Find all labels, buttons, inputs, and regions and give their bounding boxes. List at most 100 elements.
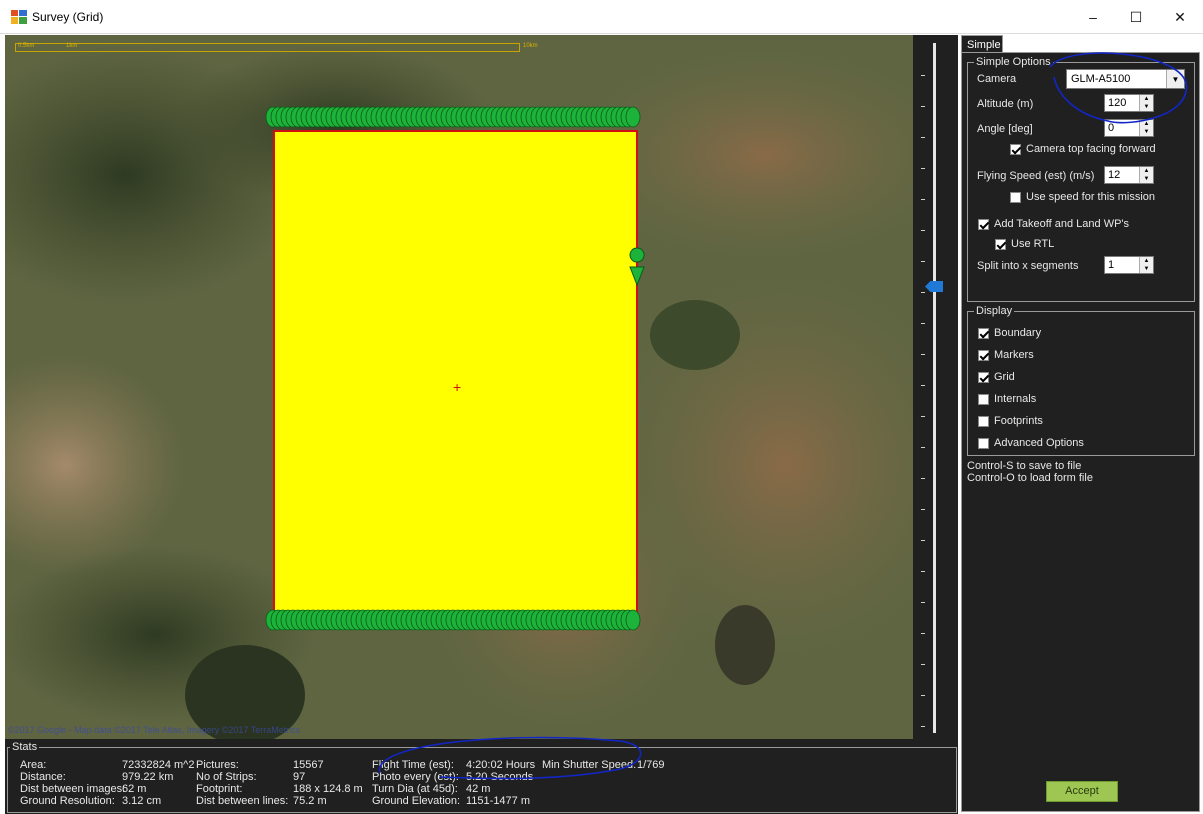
display-group: Display Boundary Markers Grid Internals … [967, 305, 1195, 456]
scale-label-2: 1km [66, 43, 78, 49]
survey-polygon[interactable] [273, 130, 638, 618]
footprints-checkbox[interactable]: Footprints [978, 415, 1043, 427]
photo-every-label: Photo every (est): [372, 771, 459, 783]
camera-select[interactable]: GLM-A5100 ▼ [1066, 69, 1185, 89]
spin-up-icon[interactable]: ▲ [1140, 257, 1153, 265]
speed-value: 12 [1108, 169, 1121, 181]
checkbox-checked-icon[interactable] [978, 218, 989, 230]
zoom-slider-panel [913, 35, 958, 739]
zoom-tick [921, 571, 925, 572]
app-icon [11, 10, 27, 24]
altitude-spinner[interactable]: 120 ▲ ▼ [1104, 94, 1154, 112]
dist-images-label: Dist between images: [20, 783, 126, 795]
use-speed-checkbox[interactable]: Use speed for this mission [1010, 191, 1155, 203]
accept-button[interactable]: Accept [1046, 781, 1118, 802]
angle-label: Angle [deg] [977, 123, 1033, 135]
dist-lines-label: Dist between lines: [196, 795, 289, 807]
camera-select-value: GLM-A5100 [1071, 73, 1131, 85]
boundary-checkbox[interactable]: Boundary [978, 327, 1041, 339]
zoom-tick [921, 137, 925, 138]
camera-label: Camera [977, 73, 1017, 85]
angle-spinner[interactable]: 0 ▲ ▼ [1104, 119, 1154, 137]
spin-up-icon[interactable]: ▲ [1140, 167, 1153, 175]
stats-legend: Stats [12, 741, 38, 753]
speed-spinner[interactable]: 12 ▲ ▼ [1104, 166, 1154, 184]
zoom-tick [921, 726, 925, 727]
ground-elev-label: Ground Elevation: [372, 795, 461, 807]
zoom-tick [921, 199, 925, 200]
spin-down-icon[interactable]: ▼ [1140, 175, 1153, 183]
zoom-tick [921, 509, 925, 510]
spin-up-icon[interactable]: ▲ [1140, 120, 1153, 128]
map-view[interactable]: 0.5km 1km 10km + ©2017 Google - Map data… [5, 35, 913, 739]
ground-elev-value: 1151-1477 m [466, 795, 531, 807]
polygon-center-marker: + [453, 379, 462, 395]
zoom-tick [921, 664, 925, 665]
map-copyright: ©2017 Google - Map data ©2017 Tele Atlas… [8, 725, 301, 735]
camera-top-label: Camera top facing forward [1026, 143, 1156, 155]
checkbox-unchecked-icon[interactable] [978, 393, 989, 405]
grid-checkbox[interactable]: Grid [978, 371, 1015, 383]
zoom-tick [921, 540, 925, 541]
area-value: 72332824 m^2 [122, 759, 195, 771]
zoom-tick [921, 106, 925, 107]
close-button[interactable]: ✕ [1158, 0, 1202, 34]
altitude-label: Altitude (m) [977, 98, 1034, 110]
ground-res-label: Ground Resolution: [20, 795, 115, 807]
advanced-options-checkbox[interactable]: Advanced Options [978, 437, 1084, 449]
zoom-slider-thumb[interactable] [925, 281, 943, 292]
strips-label: No of Strips: [196, 771, 257, 783]
zoom-track[interactable] [933, 43, 936, 733]
window-title: Survey (Grid) [32, 10, 104, 24]
internals-checkbox[interactable]: Internals [978, 393, 1036, 405]
strips-value: 97 [293, 771, 306, 783]
dist-images-value: 62 m [122, 783, 147, 795]
tab-simple[interactable]: Simple [961, 35, 1003, 53]
split-label: Split into x segments [977, 260, 1079, 272]
spin-down-icon[interactable]: ▼ [1140, 128, 1153, 136]
dist-lines-value: 75.2 m [293, 795, 327, 807]
checkbox-checked-icon[interactable] [978, 327, 989, 339]
maximize-button[interactable]: ☐ [1114, 0, 1158, 34]
zoom-tick [921, 416, 925, 417]
checkbox-checked-icon[interactable] [995, 238, 1006, 250]
display-legend: Display [974, 305, 1015, 317]
chevron-down-icon[interactable]: ▼ [1166, 70, 1184, 88]
scale-bar: 0.5km 1km 10km [15, 43, 538, 52]
tab-content-simple: Simple Options Camera GLM-A5100 ▼ Altitu… [961, 52, 1200, 812]
use-rtl-checkbox[interactable]: Use RTL [995, 238, 1054, 250]
spin-down-icon[interactable]: ▼ [1140, 265, 1153, 273]
markers-checkbox[interactable]: Markers [978, 349, 1034, 361]
shutter-label: Min Shutter Speed: [542, 759, 637, 771]
use-speed-label: Use speed for this mission [1026, 191, 1155, 203]
split-spinner[interactable]: 1 ▲ ▼ [1104, 256, 1154, 274]
camera-top-checkbox[interactable]: Camera top facing forward [1010, 143, 1156, 155]
scale-label-end: 10km [523, 43, 538, 49]
takeoff-land-label: Add Takeoff and Land WP's [994, 218, 1130, 230]
right-panel: Simple Simple Options Camera GLM-A5100 ▼… [958, 35, 1203, 814]
checkbox-checked-icon[interactable] [978, 371, 989, 383]
internals-label: Internals [994, 393, 1037, 405]
flight-time-label: Flight Time (est): [372, 759, 454, 771]
checkbox-unchecked-icon[interactable] [1010, 191, 1021, 203]
distance-value: 979.22 km [122, 771, 174, 783]
simple-options-group: Simple Options Camera GLM-A5100 ▼ Altitu… [967, 52, 1195, 302]
footprint-value: 188 x 124.8 m [293, 783, 363, 795]
zoom-tick [921, 447, 925, 448]
load-hint: Control-O to load form file [967, 472, 1093, 484]
minimize-button[interactable]: – [1071, 0, 1115, 34]
footprints-label: Footprints [994, 415, 1043, 427]
zoom-tick [921, 323, 925, 324]
takeoff-land-checkbox[interactable]: Add Takeoff and Land WP's [978, 218, 1129, 230]
zoom-tick [921, 261, 925, 262]
zoom-tick [921, 168, 925, 169]
flight-time-value: 4:20:02 Hours [466, 759, 536, 771]
checkbox-unchecked-icon[interactable] [978, 415, 989, 427]
checkbox-checked-icon[interactable] [978, 349, 989, 361]
checkbox-checked-icon[interactable] [1010, 143, 1021, 155]
spin-up-icon[interactable]: ▲ [1140, 95, 1153, 103]
turn-dia-value: 42 m [466, 783, 491, 795]
spin-down-icon[interactable]: ▼ [1140, 103, 1153, 111]
zoom-tick [921, 385, 925, 386]
checkbox-unchecked-icon[interactable] [978, 437, 989, 449]
